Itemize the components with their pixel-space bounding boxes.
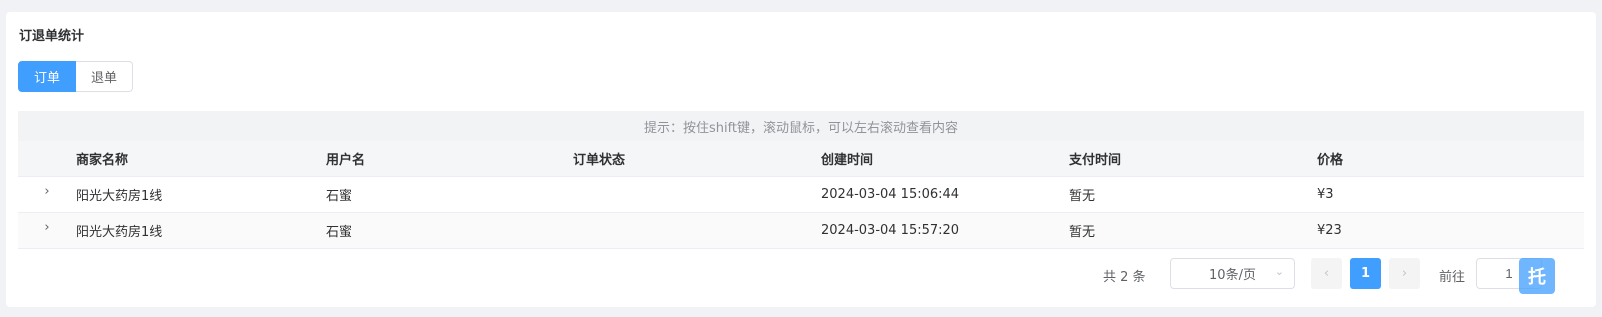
tab-refunds[interactable]: 退单 — [76, 61, 134, 92]
prev-page-button[interactable]: ‹ — [1311, 258, 1342, 289]
table-row: › 阳光大药房1线 石蜜 2024-03-04 15:06:44 暂无 ¥3 — [18, 177, 1584, 213]
cell-paid-time: 暂无 — [1069, 225, 1096, 240]
cell-merchant-name: 阳光大药房1线 — [76, 225, 163, 240]
expand-row-icon[interactable]: › — [44, 184, 49, 199]
header-username: 用户名 — [326, 153, 366, 168]
pagination: 共 2 条 10条/页 ⌄ ‹ 1 › 前往 — [6, 258, 1596, 290]
table-header: 商家名称 用户名 订单状态 创建时间 支付时间 价格 — [18, 141, 1584, 177]
page-size-select[interactable]: 10条/页 ⌄ — [1170, 258, 1295, 289]
cell-paid-time: 暂无 — [1069, 189, 1096, 204]
page-size-value: 10条/页 — [1209, 268, 1256, 283]
order-stats-card: 订退单统计 订单 退单 提示：按住shift键，滚动鼠标，可以左右滚动查看内容 … — [6, 12, 1596, 307]
cell-username: 石蜜 — [326, 189, 353, 204]
next-page-button[interactable]: › — [1389, 258, 1420, 289]
cell-created-time: 2024-03-04 15:57:20 — [821, 223, 960, 238]
expand-row-icon[interactable]: › — [44, 220, 49, 235]
floating-action-button[interactable]: 托 — [1519, 258, 1555, 294]
cell-price: ¥23 — [1317, 223, 1342, 238]
chevron-down-icon: ⌄ — [1274, 265, 1284, 278]
header-paid-time: 支付时间 — [1069, 153, 1122, 168]
cell-price: ¥3 — [1317, 187, 1334, 202]
orders-table: 提示：按住shift键，滚动鼠标，可以左右滚动查看内容 商家名称 用户名 订单状… — [18, 111, 1584, 249]
page-number-current[interactable]: 1 — [1350, 258, 1381, 289]
cell-username: 石蜜 — [326, 225, 353, 240]
table-row: › 阳光大药房1线 石蜜 2024-03-04 15:57:20 暂无 ¥23 — [18, 213, 1584, 249]
header-order-status: 订单状态 — [573, 153, 626, 168]
cell-created-time: 2024-03-04 15:06:44 — [821, 187, 960, 202]
card-title: 订退单统计 — [19, 29, 85, 44]
pagination-total: 共 2 条 — [1103, 270, 1146, 285]
tab-orders[interactable]: 订单 — [18, 61, 77, 92]
header-price: 价格 — [1317, 153, 1344, 168]
goto-label: 前往 — [1439, 270, 1466, 285]
header-created-time: 创建时间 — [821, 153, 874, 168]
header-merchant-name: 商家名称 — [76, 153, 129, 168]
cell-merchant-name: 阳光大药房1线 — [76, 189, 163, 204]
scroll-hint: 提示：按住shift键，滚动鼠标，可以左右滚动查看内容 — [18, 111, 1584, 141]
order-type-tabs: 订单 退单 — [18, 61, 134, 92]
